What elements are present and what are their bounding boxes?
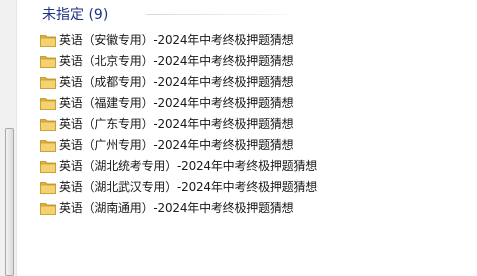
file-label: 英语（广州专用）-2024年中考终极押题猜想: [59, 138, 294, 152]
scrollbar-thumb[interactable]: [5, 128, 14, 276]
folder-icon: [40, 34, 56, 47]
file-label: 英语（湖南通用）-2024年中考终极押题猜想: [59, 201, 294, 215]
list-item[interactable]: 英语（湖南通用）-2024年中考终极押题猜想: [40, 197, 360, 218]
list-item[interactable]: 英语（广州专用）-2024年中考终极押题猜想: [40, 134, 360, 155]
group-header[interactable]: 未指定 (9): [42, 4, 108, 24]
explorer-window: 未指定 (9) 英语（安徽专用）-2024年中考终极押题猜想 英语（北京专用）-…: [0, 0, 477, 276]
file-label: 英语（湖北武汉专用）-2024年中考终极押题猜想: [59, 180, 318, 194]
vertical-scrollbar[interactable]: [0, 0, 17, 276]
file-label: 英语（安徽专用）-2024年中考终极押题猜想: [59, 33, 294, 47]
file-label: 英语（福建专用）-2024年中考终极押题猜想: [59, 96, 294, 110]
folder-icon: [40, 97, 56, 110]
list-item[interactable]: 英语（北京专用）-2024年中考终极押题猜想: [40, 50, 360, 71]
file-label: 英语（广东专用）-2024年中考终极押题猜想: [59, 117, 294, 131]
folder-icon: [40, 55, 56, 68]
list-item[interactable]: 英语（成都专用）-2024年中考终极押题猜想: [40, 71, 360, 92]
folder-icon: [40, 118, 56, 131]
folder-icon: [40, 181, 56, 194]
folder-icon: [40, 76, 56, 89]
folder-icon: [40, 139, 56, 152]
list-item[interactable]: 英语（安徽专用）-2024年中考终极押题猜想: [40, 29, 360, 50]
group-title: 未指定 (9): [42, 7, 109, 23]
file-label: 英语（北京专用）-2024年中考终极押题猜想: [59, 54, 294, 68]
list-item[interactable]: 英语（广东专用）-2024年中考终极押题猜想: [40, 113, 360, 134]
folder-icon: [40, 160, 56, 173]
list-item[interactable]: 英语（湖北统考专用）-2024年中考终极押题猜想: [40, 155, 360, 176]
file-label: 英语（成都专用）-2024年中考终极押题猜想: [59, 75, 294, 89]
folder-icon: [40, 202, 56, 215]
file-label: 英语（湖北统考专用）-2024年中考终极押题猜想: [59, 159, 318, 173]
list-item[interactable]: 英语（湖北武汉专用）-2024年中考终极押题猜想: [40, 176, 360, 197]
list-item[interactable]: 英语（福建专用）-2024年中考终极押题猜想: [40, 92, 360, 113]
group-divider: [146, 14, 287, 15]
file-list: 英语（安徽专用）-2024年中考终极押题猜想 英语（北京专用）-2024年中考终…: [40, 29, 360, 218]
